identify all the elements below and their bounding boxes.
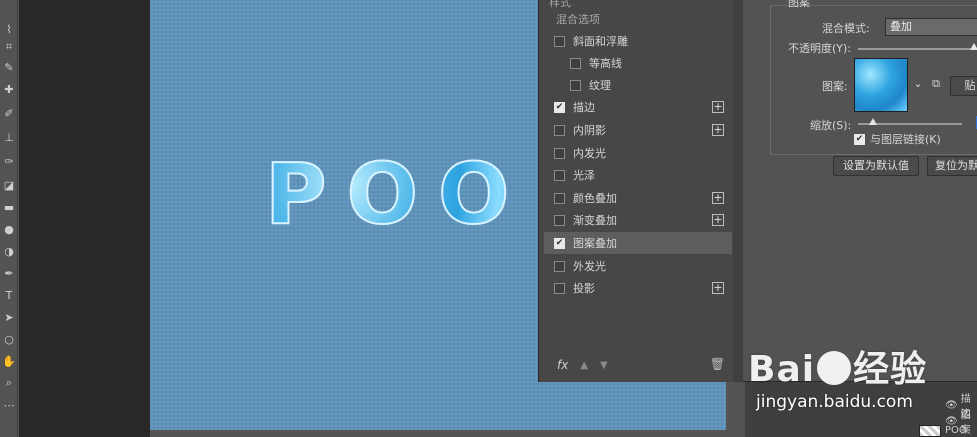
make-default-button[interactable]: 设置为默认值 xyxy=(833,156,919,176)
checkbox[interactable] xyxy=(554,192,565,204)
style-list: 样式 混合选项 斜面和浮雕 等高线 纹理 ✔ 描边 + 内阴影 + 内发光 光泽… xyxy=(539,0,733,382)
link-with-layer-option[interactable]: ✔ 与图层链接(K) xyxy=(854,131,941,147)
checkbox[interactable] xyxy=(570,57,581,69)
layer-style-dialog: 样式 混合选项 斜面和浮雕 等高线 纹理 ✔ 描边 + 内阴影 + 内发光 光泽… xyxy=(538,0,977,382)
pattern-swatch[interactable] xyxy=(854,58,908,112)
style-item-inner-shadow[interactable]: 内阴影 + xyxy=(544,119,732,141)
style-item-label: 内阴影 xyxy=(573,124,606,137)
shape-tool-icon[interactable]: ○ xyxy=(0,330,18,348)
link-with-layer-label: 与图层链接(K) xyxy=(870,133,941,146)
style-item-texture[interactable]: 纹理 xyxy=(544,74,732,96)
move-down-arrow-icon[interactable]: ▼ xyxy=(600,360,608,371)
style-list-footer: fx ▲ ▼ 🗑 xyxy=(539,348,733,382)
snap-to-origin-button[interactable]: 贴 xyxy=(950,76,977,96)
eraser-tool-icon[interactable]: ◪ xyxy=(0,176,18,194)
healing-brush-icon[interactable]: ✚ xyxy=(0,80,18,98)
style-item-inner-glow[interactable]: 内发光 xyxy=(544,142,732,164)
brush-tool-icon[interactable]: ✐ xyxy=(0,104,18,122)
pasteboard xyxy=(19,0,150,437)
add-style-plus-icon[interactable]: + xyxy=(712,101,724,113)
eyedropper-tool-icon[interactable]: ✎ xyxy=(0,58,18,76)
tools-panel: ⌇ ⌗ ✎ ✚ ✐ ⊥ ✑ ◪ ▬ ● ◑ ✒ T ➤ ○ ✋ ⌕ ⋯ xyxy=(0,0,18,437)
checkbox[interactable] xyxy=(554,169,565,181)
watermark-url: jingyan.baidu.com xyxy=(756,392,913,412)
delete-effect-trash-icon[interactable]: 🗑 xyxy=(710,357,725,371)
dodge-tool-icon[interactable]: ◑ xyxy=(0,242,18,260)
add-style-plus-icon[interactable]: + xyxy=(712,124,724,136)
blend-mode-select[interactable]: 叠加 ⌄ xyxy=(885,18,977,36)
new-preset-icon[interactable]: ⧉ xyxy=(928,76,944,92)
blend-options-item[interactable]: 混合选项 xyxy=(544,8,732,30)
checkbox[interactable] xyxy=(554,124,565,136)
style-item-drop-shadow[interactable]: 投影 + xyxy=(544,277,732,299)
watermark-logo-left: Bai xyxy=(748,349,816,390)
add-style-plus-icon[interactable]: + xyxy=(712,214,724,226)
reset-to-default-button[interactable]: 复位为默 xyxy=(927,156,977,176)
baidu-jingyan-watermark: Bai 经验 jingyan.baidu.com xyxy=(748,340,977,437)
pen-tool-icon[interactable]: ✒ xyxy=(0,264,18,282)
style-item-label: 斜面和浮雕 xyxy=(573,35,628,48)
checkbox-checked[interactable]: ✔ xyxy=(554,101,565,113)
opacity-label: 不透明度(Y): xyxy=(788,42,852,55)
style-item-contour[interactable]: 等高线 xyxy=(544,52,732,74)
blend-mode-value: 叠加 xyxy=(890,20,912,33)
hand-tool-icon[interactable]: ✋ xyxy=(0,352,18,370)
style-list-scrollbar[interactable] xyxy=(733,0,743,382)
style-item-label: 颜色叠加 xyxy=(573,192,617,205)
checkbox-checked[interactable]: ✔ xyxy=(854,133,865,145)
history-brush-icon[interactable]: ✑ xyxy=(0,152,18,170)
paw-logo-icon xyxy=(817,351,852,385)
scale-label: 缩放(S): xyxy=(810,119,852,132)
opacity-slider-track[interactable] xyxy=(858,48,974,50)
crop-tool-icon[interactable]: ⌗ xyxy=(0,38,18,56)
path-selection-icon[interactable]: ➤ xyxy=(0,308,18,326)
move-up-arrow-icon[interactable]: ▲ xyxy=(580,360,588,371)
style-item-label: 渐变叠加 xyxy=(573,214,617,227)
add-style-plus-icon[interactable]: + xyxy=(712,282,724,294)
style-item-label: 纹理 xyxy=(589,79,611,92)
style-item-bevel-emboss[interactable]: 斜面和浮雕 xyxy=(544,30,732,52)
lasso-tool-icon[interactable]: ⌇ xyxy=(0,20,18,38)
checkbox[interactable] xyxy=(570,79,581,91)
style-item-satin[interactable]: 光泽 xyxy=(544,164,732,186)
blend-options-label: 混合选项 xyxy=(556,13,600,26)
checkbox-checked[interactable]: ✔ xyxy=(554,237,565,249)
pattern-label: 图案: xyxy=(822,80,848,93)
chevron-down-icon[interactable]: ⌄ xyxy=(910,76,926,92)
style-item-label: 等高线 xyxy=(589,57,622,70)
watermark-logo-right: 经验 xyxy=(853,349,928,390)
style-item-label: 光泽 xyxy=(573,169,595,182)
scale-slider-thumb[interactable] xyxy=(869,118,877,125)
checkbox[interactable] xyxy=(554,147,565,159)
more-tools-icon[interactable]: ⋯ xyxy=(0,396,18,414)
add-style-plus-icon[interactable]: + xyxy=(712,192,724,204)
fx-menu-button[interactable]: fx xyxy=(557,358,568,372)
pattern-group-label: 图案 xyxy=(788,0,810,9)
style-item-label: 外发光 xyxy=(573,260,606,273)
style-item-label: 内发光 xyxy=(573,147,606,160)
style-item-pattern-overlay[interactable]: ✔ 图案叠加 xyxy=(544,232,732,254)
gradient-tool-icon[interactable]: ▬ xyxy=(0,198,18,216)
pattern-overlay-settings: 图案 混合模式: 叠加 ⌄ 不透明度(Y): 100 图案: ⌄ ⧉ 贴 缩放(… xyxy=(770,0,977,160)
checkbox[interactable] xyxy=(554,260,565,272)
style-item-label: 图案叠加 xyxy=(573,237,617,250)
blur-tool-icon[interactable]: ● xyxy=(0,220,18,238)
type-tool-icon[interactable]: T xyxy=(0,286,18,304)
style-item-color-overlay[interactable]: 颜色叠加 + xyxy=(544,187,732,209)
zoom-tool-icon[interactable]: ⌕ xyxy=(0,374,18,392)
style-item-stroke[interactable]: ✔ 描边 + xyxy=(544,96,732,118)
checkbox[interactable] xyxy=(554,282,565,294)
checkbox[interactable] xyxy=(554,214,565,226)
style-item-gradient-overlay[interactable]: 渐变叠加 + xyxy=(544,209,732,231)
watermark-logo: Bai 经验 xyxy=(748,340,927,392)
blend-mode-label: 混合模式: xyxy=(822,22,870,35)
stamp-tool-icon[interactable]: ⊥ xyxy=(0,128,18,146)
style-item-label: 描边 xyxy=(573,101,595,114)
style-item-outer-glow[interactable]: 外发光 xyxy=(544,255,732,277)
checkbox[interactable] xyxy=(554,35,565,47)
style-item-label: 投影 xyxy=(573,282,595,295)
canvas-text-layer[interactable]: POO xyxy=(264,144,529,244)
